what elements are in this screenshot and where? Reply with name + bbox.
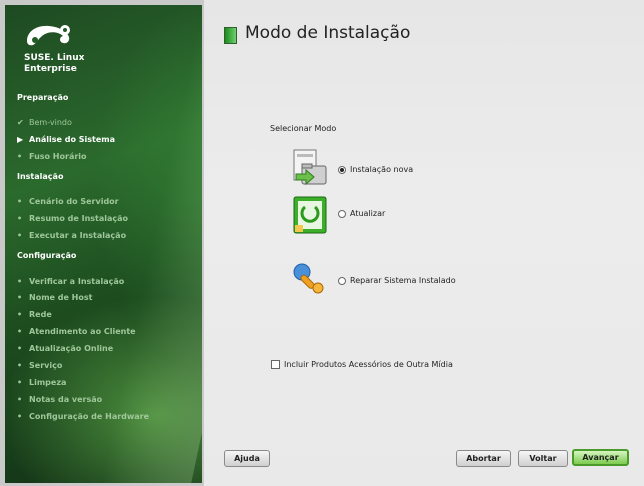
step-atendimento-ao-cliente: • Atendimento ao Cliente <box>17 327 136 336</box>
step-label: Executar a Instalação <box>29 231 127 240</box>
help-button[interactable]: Ajuda <box>224 450 270 467</box>
step-label: Análise do Sistema <box>29 135 115 144</box>
check-icon: ✔ <box>17 118 24 127</box>
main-panel: Modo de Instalação Selecionar Modo Insta… <box>204 0 644 486</box>
update-icon <box>293 196 327 234</box>
sidebar: SUSE. Linux Enterprise Preparação ✔ Bem-v… <box>5 5 202 483</box>
step-label: Notas da versão <box>29 395 103 404</box>
step-servico: • Serviço <box>17 361 62 370</box>
brand-line-2: Enterprise <box>24 64 77 74</box>
include-addon-checkbox[interactable] <box>271 360 280 369</box>
step-label: Cenário do Servidor <box>29 197 119 206</box>
suse-chameleon-logo <box>27 25 70 46</box>
folder-install-icon <box>293 149 327 186</box>
step-cenario-do-servidor: • Cenário do Servidor <box>17 197 119 206</box>
option-update[interactable]: Atualizar <box>338 209 385 218</box>
next-button[interactable]: Avançar <box>572 449 629 466</box>
repair-wrench-icon <box>293 263 324 294</box>
new-install-label[interactable]: Instalação nova <box>350 165 413 174</box>
step-label: Verificar a Instalação <box>29 277 125 286</box>
bullet-icon: • <box>17 310 23 319</box>
step-label: Rede <box>29 310 52 319</box>
bullet-icon: • <box>17 344 23 353</box>
step-configuracao-de-hardware: • Configuração de Hardware <box>17 412 149 421</box>
select-mode-label: Selecionar Modo <box>270 124 337 133</box>
option-repair[interactable]: Reparar Sistema Instalado <box>338 276 456 285</box>
step-label: Resumo de Instalação <box>29 214 129 223</box>
abort-button[interactable]: Abortar <box>456 450 511 467</box>
step-fuso-horario: • Fuso Horário <box>17 152 87 161</box>
section-title-instalacao: Instalação <box>17 172 64 181</box>
brand-line-1: SUSE. Linux <box>24 53 85 63</box>
step-atualizacao-online: • Atualização Online <box>17 344 113 353</box>
current-step-arrow-icon: ▶ <box>17 135 24 144</box>
step-resumo-de-instalacao: • Resumo de Instalação <box>17 214 128 223</box>
step-label: Atendimento ao Cliente <box>29 327 136 336</box>
bullet-icon: • <box>17 395 23 404</box>
page-title: Modo de Instalação <box>245 23 411 43</box>
step-label: Fuso Horário <box>29 152 87 161</box>
brand-text: SUSE. Linux Enterprise <box>24 53 84 75</box>
back-button[interactable]: Voltar <box>518 450 568 467</box>
repair-label[interactable]: Reparar Sistema Instalado <box>350 276 456 285</box>
option-new-install[interactable]: Instalação nova <box>338 165 413 174</box>
bullet-icon: • <box>17 277 23 286</box>
bullet-icon: • <box>17 197 23 206</box>
step-label: Nome de Host <box>29 293 93 302</box>
bullet-icon: • <box>17 378 23 387</box>
step-rede: • Rede <box>17 310 52 319</box>
bullet-icon: • <box>17 293 23 302</box>
bullet-icon: • <box>17 214 23 223</box>
new-install-radio[interactable] <box>338 165 346 174</box>
step-label: Limpeza <box>29 378 67 387</box>
step-verificar-a-instalacao: • Verificar a Instalação <box>17 277 124 286</box>
section-title-preparacao: Preparação <box>17 93 69 102</box>
include-addon-label[interactable]: Incluir Produtos Acessórios de Outra Míd… <box>284 360 453 369</box>
step-analise-do-sistema: ▶ Análise do Sistema <box>17 135 115 144</box>
bullet-icon: • <box>17 231 23 240</box>
update-label[interactable]: Atualizar <box>350 209 385 218</box>
bullet-icon: • <box>17 361 23 370</box>
step-bem-vindo: ✔ Bem-vindo <box>17 118 72 127</box>
step-executar-a-instalacao: • Executar a Instalação <box>17 231 126 240</box>
step-label: Configuração de Hardware <box>29 412 150 421</box>
section-title-configuracao: Configuração <box>17 251 77 260</box>
step-label: Bem-vindo <box>29 118 72 127</box>
update-radio[interactable] <box>338 209 346 218</box>
repair-radio[interactable] <box>338 276 346 285</box>
step-label: Atualização Online <box>29 344 114 353</box>
bullet-icon: • <box>17 412 23 421</box>
bullet-icon: • <box>17 152 23 161</box>
step-notas-da-versao: • Notas da versão <box>17 395 102 404</box>
bullet-icon: • <box>17 327 23 336</box>
include-addon-option[interactable]: Incluir Produtos Acessórios de Outra Míd… <box>271 360 453 369</box>
step-limpeza: • Limpeza <box>17 378 66 387</box>
step-label: Serviço <box>29 361 63 370</box>
step-nome-de-host: • Nome de Host <box>17 293 92 302</box>
installation-mode-icon <box>224 27 237 44</box>
